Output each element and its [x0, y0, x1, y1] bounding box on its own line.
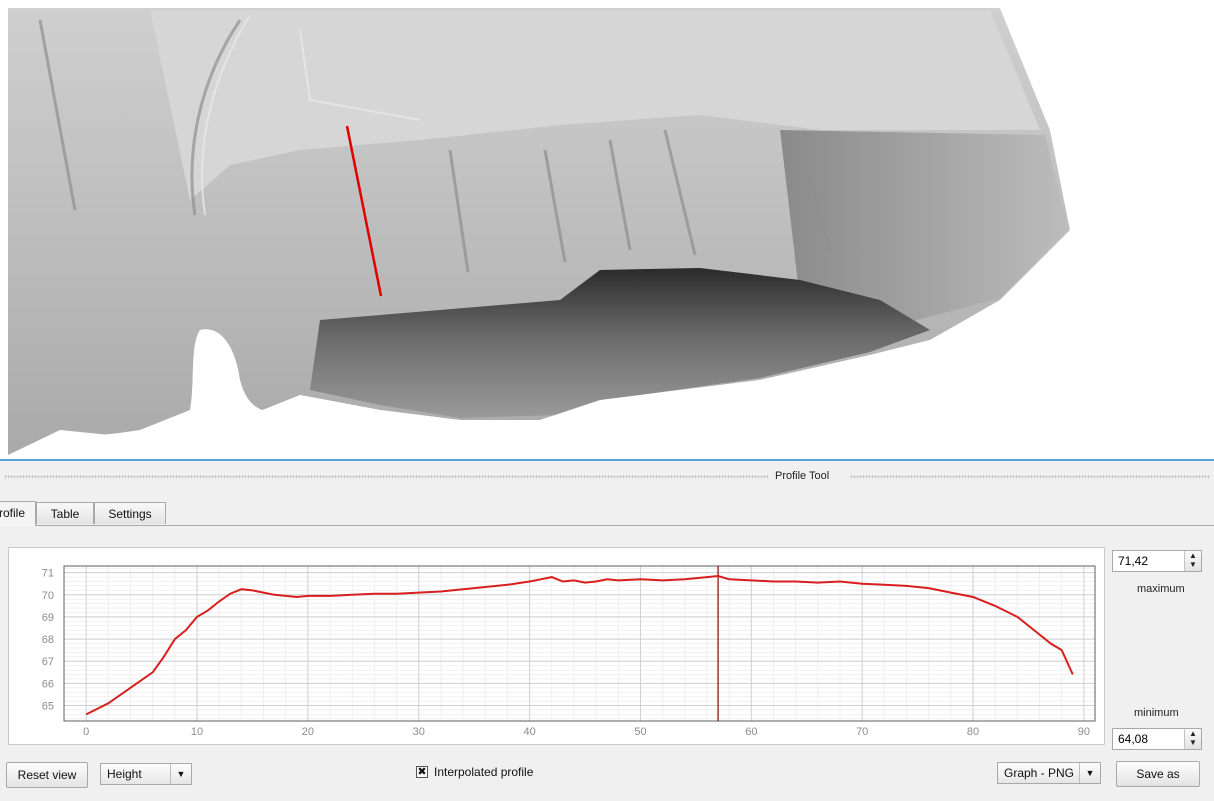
- plot-mode-select[interactable]: Height ▼: [100, 763, 192, 785]
- reset-view-label: Reset view: [17, 768, 77, 782]
- x-tick-label: 90: [1078, 726, 1090, 738]
- maximum-spinbox[interactable]: 71,42 ▲ ▼: [1112, 550, 1202, 572]
- maximum-value: 71,42: [1118, 554, 1149, 568]
- chevron-up-icon[interactable]: ▲: [1189, 730, 1197, 738]
- tab-profile[interactable]: Profile: [0, 501, 36, 526]
- x-tick-label: 60: [745, 726, 757, 738]
- series-line-height: [85, 574, 1074, 716]
- reset-view-button[interactable]: Reset view: [6, 762, 88, 788]
- minimum-label: minimum: [1134, 707, 1179, 719]
- tab-bar: Profile Table Settings: [0, 501, 1214, 526]
- maximum-label: maximum: [1137, 583, 1185, 595]
- chevron-down-icon[interactable]: ▼: [1189, 561, 1197, 569]
- profile-plot[interactable]: 65 66 67 68 69 70 71 0 10 20 30 40 50 60 70 80 90: [8, 547, 1105, 745]
- tab-table[interactable]: Table: [36, 502, 94, 524]
- y-tick-label: 69: [42, 612, 54, 624]
- minimum-spinbox[interactable]: 64,08 ▲ ▼: [1112, 728, 1202, 750]
- x-tick-label: 50: [634, 726, 646, 738]
- x-tick-label: 40: [523, 726, 535, 738]
- plot-grid: [63, 566, 1095, 721]
- interpolated-checkbox[interactable]: ✖: [416, 766, 428, 778]
- maximum-stepper[interactable]: ▲ ▼: [1184, 551, 1201, 571]
- export-format-value: Graph - PNG: [1004, 766, 1075, 780]
- x-tick-label: 0: [83, 726, 89, 738]
- chevron-down-icon[interactable]: ▼: [1189, 739, 1197, 747]
- y-axis: 65 66 67 68 69 70 71: [42, 568, 54, 713]
- check-icon: ✖: [417, 765, 427, 778]
- map-canvas[interactable]: [0, 0, 1214, 460]
- y-tick-label: 66: [42, 678, 54, 690]
- dock-title: Profile Tool: [775, 470, 830, 482]
- x-axis: 0 10 20 30 40 50 60 70 80 90: [83, 726, 1090, 738]
- tab-table-label: Table: [50, 507, 80, 521]
- tab-settings[interactable]: Settings: [94, 502, 166, 524]
- y-tick-label: 70: [42, 590, 54, 602]
- tab-profile-label: Profile: [0, 506, 26, 520]
- chevron-down-icon[interactable]: ▼: [170, 764, 191, 784]
- x-tick-label: 70: [856, 726, 868, 738]
- x-tick-label: 20: [302, 726, 314, 738]
- dock-title-bar[interactable]: Profile Tool: [0, 463, 1214, 491]
- y-tick-label: 67: [42, 656, 54, 668]
- chevron-up-icon[interactable]: ▲: [1189, 552, 1197, 560]
- export-format-select[interactable]: Graph - PNG ▼: [997, 762, 1101, 784]
- tab-settings-label: Settings: [108, 507, 152, 521]
- x-tick-label: 80: [967, 726, 979, 738]
- minimum-value: 64,08: [1118, 732, 1149, 746]
- y-tick-label: 65: [42, 701, 54, 713]
- y-tick-label: 68: [42, 634, 54, 646]
- interpolated-label: Interpolated profile: [434, 765, 534, 779]
- save-as-label: Save as: [1136, 767, 1180, 781]
- x-tick-label: 30: [413, 726, 425, 738]
- chevron-down-icon[interactable]: ▼: [1079, 763, 1100, 783]
- minimum-stepper[interactable]: ▲ ▼: [1184, 729, 1201, 749]
- x-tick-label: 10: [191, 726, 203, 738]
- save-as-button[interactable]: Save as: [1116, 761, 1200, 787]
- hillshade-raster: [8, 8, 1214, 460]
- plot-mode-value: Height: [107, 767, 142, 781]
- dock-splitter[interactable]: [0, 459, 1214, 461]
- y-tick-label: 71: [42, 568, 54, 580]
